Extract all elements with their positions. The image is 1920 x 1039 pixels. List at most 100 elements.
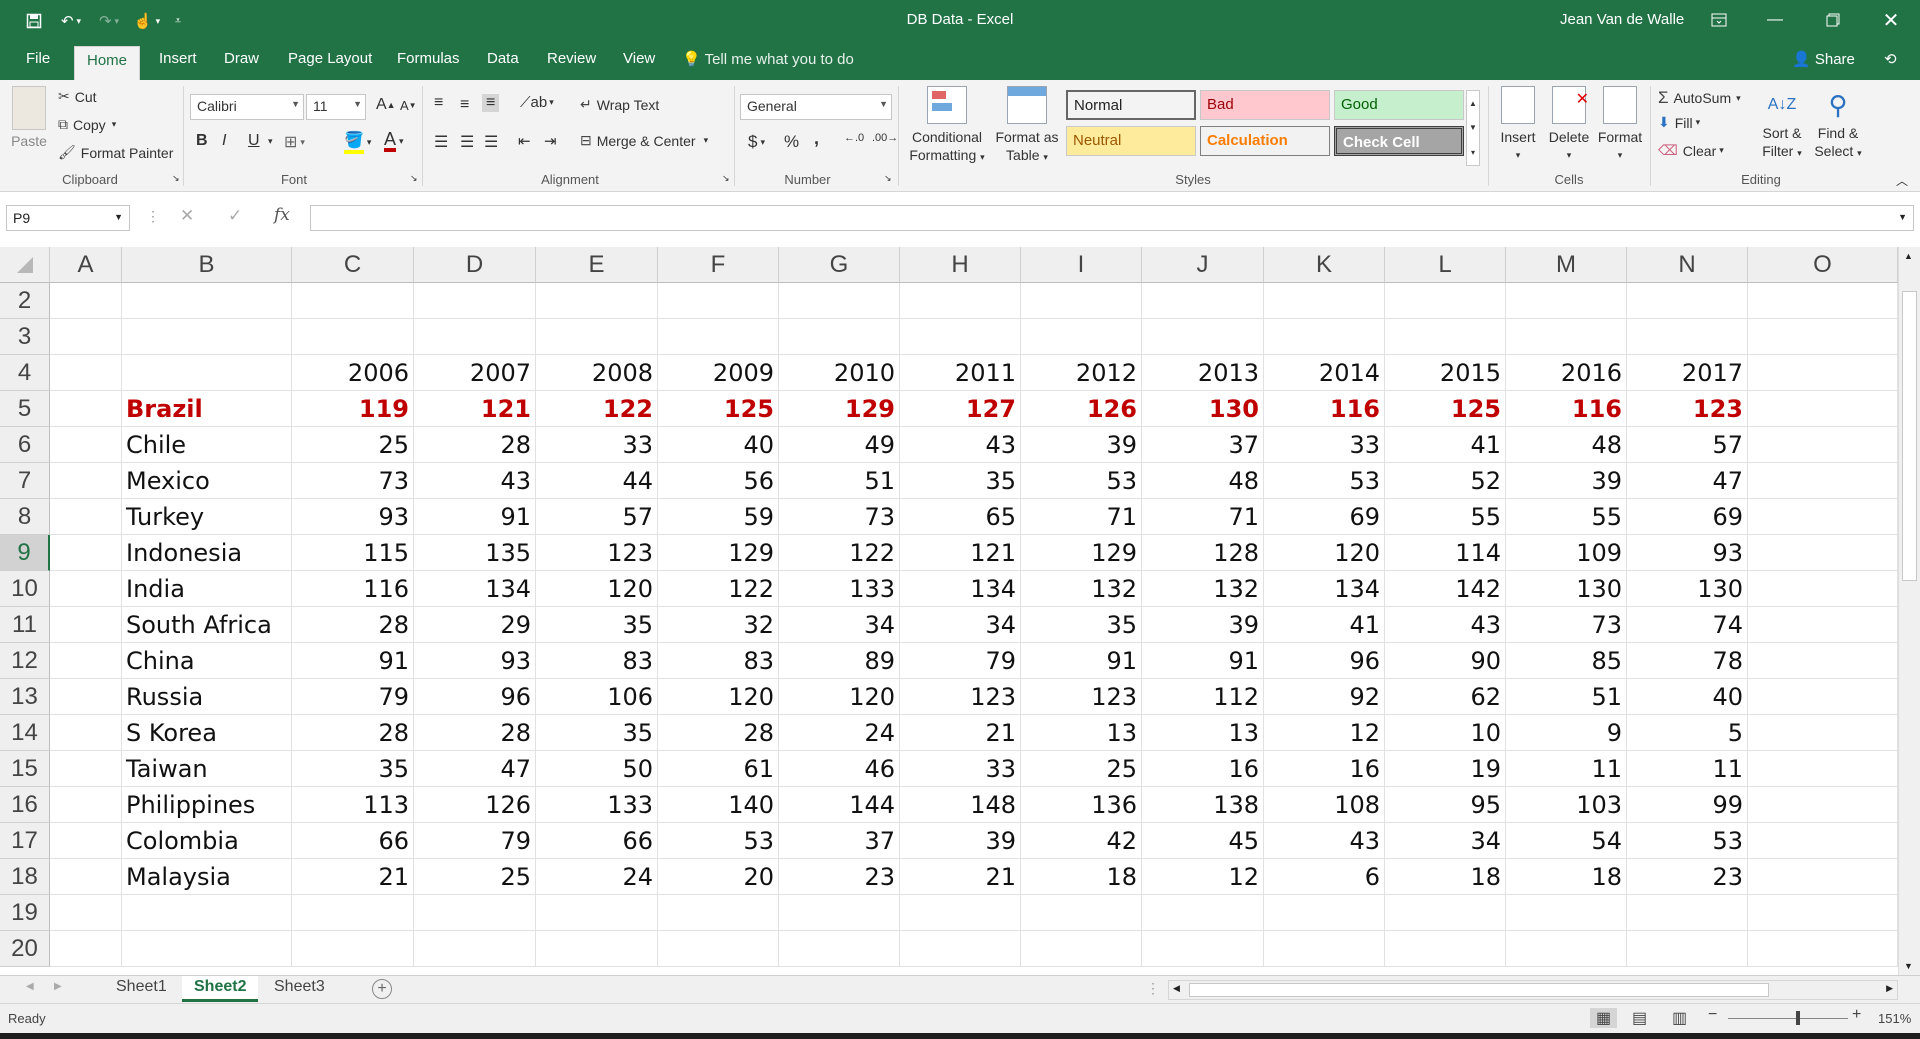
value-cell[interactable]: 130 [1142, 391, 1264, 427]
value-cell[interactable]: 122 [536, 391, 658, 427]
value-cell[interactable]: 69 [1264, 499, 1385, 535]
cell[interactable] [50, 499, 122, 535]
cell[interactable] [50, 391, 122, 427]
value-cell[interactable]: 122 [658, 571, 779, 607]
value-cell[interactable]: 28 [292, 715, 414, 751]
cell[interactable] [122, 931, 292, 967]
tab-home[interactable]: Home [74, 46, 141, 80]
add-sheet-icon[interactable]: + [372, 979, 392, 999]
alignment-launcher-icon[interactable]: ↘ [722, 173, 730, 184]
page-layout-view-icon[interactable]: ▤ [1632, 1008, 1647, 1028]
column-header-i[interactable]: I [1021, 247, 1142, 283]
value-cell[interactable]: 71 [1021, 499, 1142, 535]
value-cell[interactable]: 108 [1264, 787, 1385, 823]
value-cell[interactable]: 24 [536, 859, 658, 895]
row-header-20[interactable]: 20 [0, 931, 50, 967]
cell[interactable] [50, 463, 122, 499]
tab-split-handle-icon[interactable]: ⋮ [1146, 980, 1160, 997]
zoom-out-icon[interactable]: − [1708, 1006, 1717, 1024]
cell[interactable] [1506, 319, 1627, 355]
wrap-text-button[interactable]: ↵ Wrap Text [580, 96, 659, 113]
cell[interactable] [50, 679, 122, 715]
value-cell[interactable]: 78 [1627, 643, 1748, 679]
cell[interactable] [1748, 823, 1898, 859]
value-cell[interactable]: 43 [414, 463, 536, 499]
cell[interactable] [1264, 283, 1385, 319]
cell[interactable] [1142, 319, 1264, 355]
value-cell[interactable]: 91 [414, 499, 536, 535]
cell[interactable] [536, 319, 658, 355]
column-header-m[interactable]: M [1506, 247, 1627, 283]
find-select-button[interactable]: ⚲ Find & Select ▾ [1810, 86, 1866, 162]
value-cell[interactable]: 34 [900, 607, 1021, 643]
value-cell[interactable]: 40 [1627, 679, 1748, 715]
country-cell[interactable]: Taiwan [122, 751, 292, 787]
value-cell[interactable]: 32 [658, 607, 779, 643]
cell[interactable] [1748, 607, 1898, 643]
year-header-cell[interactable]: 2009 [658, 355, 779, 391]
value-cell[interactable]: 123 [1627, 391, 1748, 427]
format-as-table-button[interactable]: Format as Table ▾ [990, 86, 1064, 166]
value-cell[interactable]: 24 [779, 715, 900, 751]
column-header-e[interactable]: E [536, 247, 658, 283]
column-header-a[interactable]: A [50, 247, 122, 283]
name-box[interactable]: P9 ▼ [6, 205, 130, 231]
sheet-tab-sheet3[interactable]: Sheet3 [262, 976, 337, 1002]
restore-icon[interactable] [1810, 0, 1856, 40]
value-cell[interactable]: 33 [536, 427, 658, 463]
cell[interactable] [900, 931, 1021, 967]
cell[interactable] [1748, 319, 1898, 355]
increase-indent-icon[interactable]: ⇥ [544, 132, 557, 150]
decrease-font-icon[interactable]: A ▼ [400, 98, 417, 113]
select-all-corner[interactable] [0, 247, 50, 283]
year-header-cell[interactable]: 2017 [1627, 355, 1748, 391]
year-header-cell[interactable]: 2015 [1385, 355, 1506, 391]
tab-draw[interactable]: Draw [222, 50, 261, 67]
value-cell[interactable]: 103 [1506, 787, 1627, 823]
value-cell[interactable]: 120 [779, 679, 900, 715]
value-cell[interactable]: 116 [1264, 391, 1385, 427]
value-cell[interactable]: 79 [414, 823, 536, 859]
row-header-2[interactable]: 2 [0, 283, 50, 319]
redo-icon[interactable]: ↷ ▾ [92, 9, 126, 33]
value-cell[interactable]: 43 [1264, 823, 1385, 859]
value-cell[interactable]: 41 [1264, 607, 1385, 643]
value-cell[interactable]: 25 [414, 859, 536, 895]
value-cell[interactable]: 11 [1506, 751, 1627, 787]
value-cell[interactable]: 41 [1385, 427, 1506, 463]
cell[interactable] [779, 895, 900, 931]
country-cell[interactable]: Mexico [122, 463, 292, 499]
cell[interactable] [1627, 319, 1748, 355]
value-cell[interactable]: 10 [1385, 715, 1506, 751]
style-good[interactable]: Good [1334, 90, 1464, 120]
value-cell[interactable]: 35 [536, 715, 658, 751]
value-cell[interactable]: 39 [1021, 427, 1142, 463]
column-header-b[interactable]: B [122, 247, 292, 283]
horizontal-scroll-thumb[interactable] [1189, 983, 1769, 997]
cell[interactable] [50, 931, 122, 967]
value-cell[interactable]: 59 [658, 499, 779, 535]
align-center-icon[interactable]: ☰ [460, 132, 474, 152]
column-header-g[interactable]: G [779, 247, 900, 283]
value-cell[interactable]: 144 [779, 787, 900, 823]
borders-icon[interactable]: ⊞ ▾ [284, 132, 305, 152]
value-cell[interactable]: 73 [292, 463, 414, 499]
cell[interactable] [1142, 283, 1264, 319]
value-cell[interactable]: 83 [536, 643, 658, 679]
cell[interactable] [1748, 391, 1898, 427]
value-cell[interactable]: 123 [900, 679, 1021, 715]
country-cell[interactable]: China [122, 643, 292, 679]
cell[interactable] [1748, 931, 1898, 967]
value-cell[interactable]: 25 [1021, 751, 1142, 787]
column-header-f[interactable]: F [658, 247, 779, 283]
cell[interactable] [1142, 895, 1264, 931]
value-cell[interactable]: 61 [658, 751, 779, 787]
value-cell[interactable]: 123 [1021, 679, 1142, 715]
country-cell[interactable]: Indonesia [122, 535, 292, 571]
cell[interactable] [1264, 895, 1385, 931]
enter-formula-icon[interactable]: ✓ [228, 206, 242, 226]
cell[interactable] [900, 895, 1021, 931]
value-cell[interactable]: 93 [292, 499, 414, 535]
value-cell[interactable]: 90 [1385, 643, 1506, 679]
value-cell[interactable]: 122 [779, 535, 900, 571]
